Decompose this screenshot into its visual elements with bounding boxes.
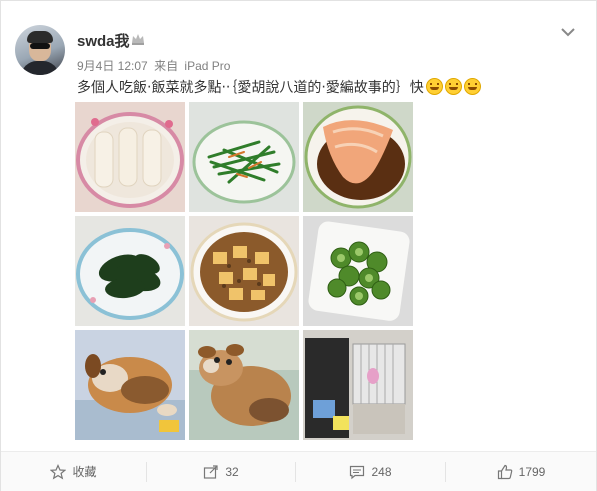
share-icon — [204, 464, 218, 479]
action-bar: 收藏 32 248 1799 — [1, 451, 596, 491]
photo-mapo-tofu[interactable] — [189, 216, 299, 326]
favorite-label: 收藏 — [72, 465, 97, 479]
photo-brussels-sprouts[interactable] — [303, 216, 413, 326]
grin-emoji-icon — [463, 78, 481, 95]
post-meta: 9月4日 12:07 来自 iPad Pro — [77, 57, 233, 74]
star-icon — [50, 463, 67, 479]
comment-count: 248 — [371, 464, 392, 479]
photo-puppy-sleeping[interactable] — [75, 330, 185, 440]
photo-sweet-potato-leaves[interactable] — [75, 216, 185, 326]
post-text: 多個人吃飯‧飯菜就多點‧‧｛愛胡說八道的‧愛編故事的｝快 — [77, 77, 481, 97]
photo-birdcage[interactable] — [303, 330, 413, 440]
photo-stir-fried-chives[interactable] — [189, 102, 299, 212]
weibo-post-card: swda我 9月4日 12:07 来自 iPad Pro 多個人吃飯‧飯菜就多點… — [0, 0, 597, 491]
avatar-glasses — [30, 43, 50, 49]
favorite-button[interactable]: 收藏 — [1, 452, 146, 491]
source-prefix: 来自 — [154, 59, 179, 73]
like-count: 1799 — [518, 464, 546, 479]
avatar-hair — [27, 31, 53, 43]
username-link[interactable]: swda我 — [77, 30, 130, 51]
thumbs-up-icon — [497, 464, 512, 479]
post-body: 多個人吃飯‧飯菜就多點‧‧｛愛胡說八道的‧愛編故事的｝快 — [77, 79, 424, 95]
photo-puppy-lying[interactable] — [189, 330, 299, 440]
avatar[interactable] — [15, 25, 65, 75]
comment-icon — [350, 465, 365, 479]
grin-emoji-icon — [444, 78, 462, 95]
repost-button[interactable]: 32 — [147, 452, 295, 491]
crown-icon — [132, 34, 144, 45]
like-button[interactable]: 1799 — [446, 452, 596, 491]
comment-button[interactable]: 248 — [296, 452, 445, 491]
photo-grid — [75, 102, 413, 441]
photo-rice-noodle-rolls[interactable] — [75, 102, 185, 212]
grin-emoji-icon — [425, 78, 443, 95]
avatar-body — [21, 61, 59, 75]
chevron-down-icon[interactable] — [559, 25, 577, 39]
source-device[interactable]: iPad Pro — [184, 59, 230, 73]
post-timestamp[interactable]: 9月4日 12:07 — [77, 59, 148, 73]
photo-steamed-salmon[interactable] — [303, 102, 413, 212]
repost-count: 32 — [225, 464, 239, 479]
